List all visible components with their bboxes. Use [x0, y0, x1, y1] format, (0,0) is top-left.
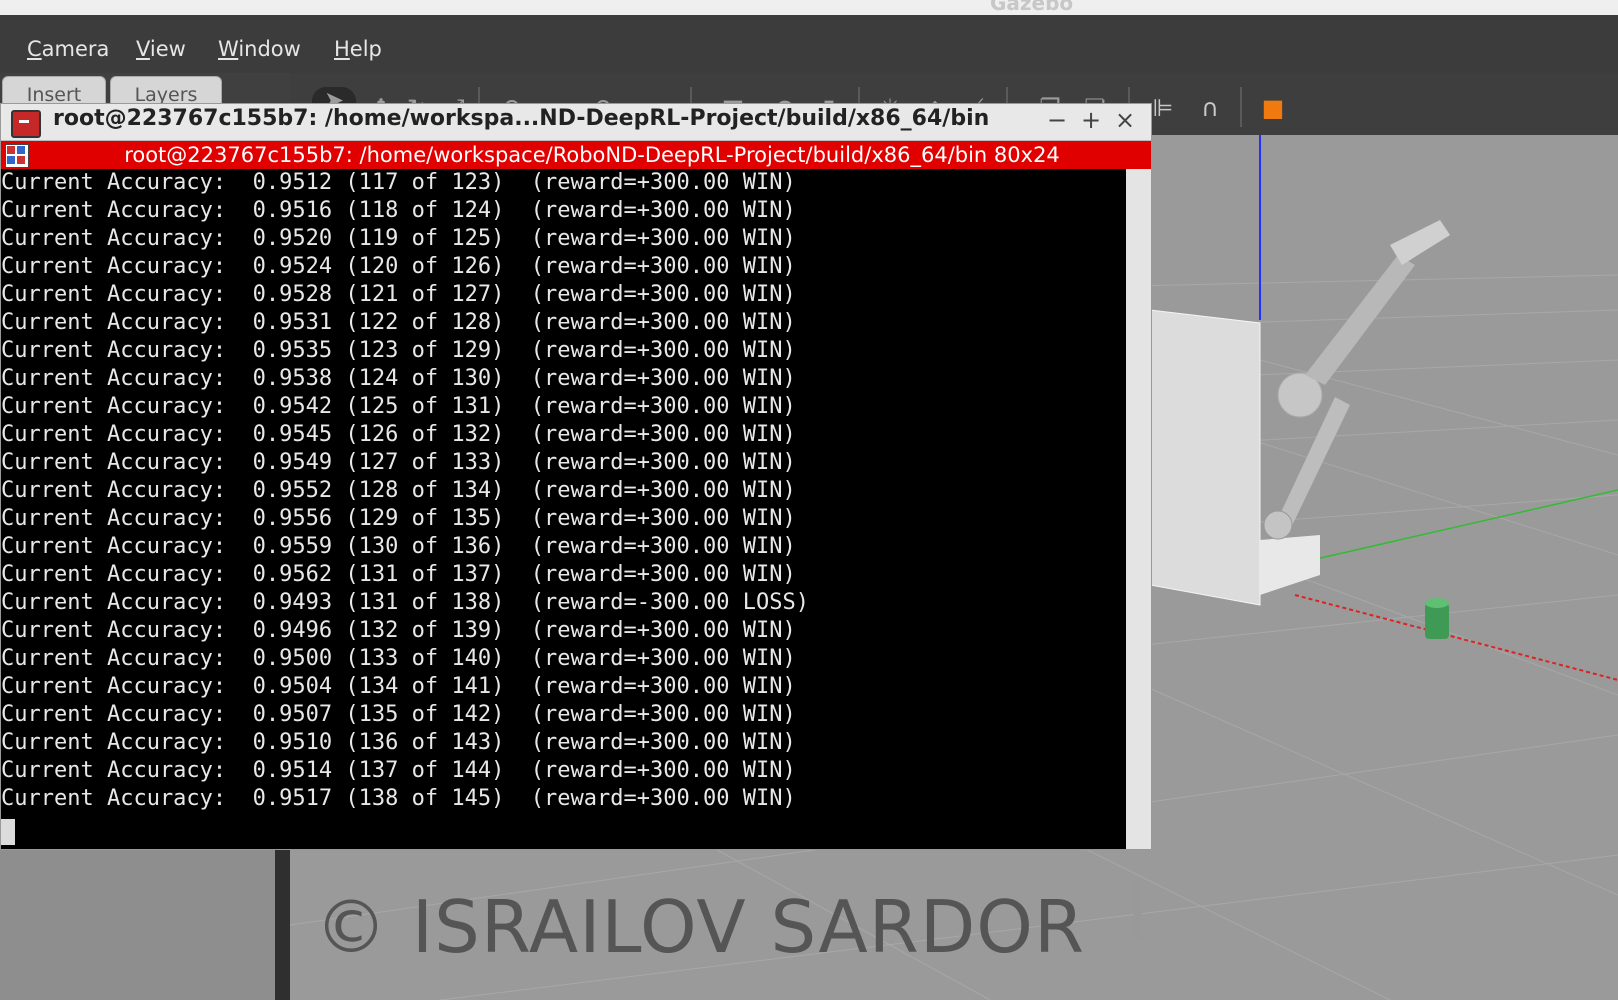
menu-help[interactable]: Help — [334, 37, 382, 61]
x-axis-line — [1294, 594, 1618, 681]
menu-camera-label: amera — [41, 37, 110, 61]
terminal-inner-title: root@223767c155b7: /home/workspace/RoboN… — [124, 143, 1060, 167]
y-axis-line — [1289, 489, 1618, 566]
align-icon[interactable]: ⊫ — [1148, 95, 1178, 121]
terminal-output[interactable]: Current Accuracy: 0.9512 (117 of 123) (r… — [1, 169, 1126, 849]
menu-help-label: elp — [349, 37, 382, 61]
terminal-line: Current Accuracy: 0.9531 (122 of 128) (r… — [1, 310, 796, 335]
terminal-line: Current Accuracy: 0.9520 (119 of 125) (r… — [1, 226, 796, 251]
terminal-icon — [11, 110, 41, 138]
terminal-inner-titlebar: root@223767c155b7: /home/workspace/RoboN… — [1, 141, 1151, 169]
robot-arm — [1263, 220, 1450, 540]
app-titlebar: Gazebo — [0, 0, 1618, 15]
terminal-line: Current Accuracy: 0.9528 (121 of 127) (r… — [1, 282, 796, 307]
terminal-line: Current Accuracy: 0.9512 (117 of 123) (r… — [1, 170, 796, 195]
terminal-window[interactable]: root@223767c155b7: /home/workspa...ND-De… — [0, 103, 1152, 939]
table-box — [1149, 309, 1261, 606]
terminal-line: Current Accuracy: 0.9517 (138 of 145) (r… — [1, 786, 796, 811]
terminal-line: Current Accuracy: 0.9535 (123 of 129) (r… — [1, 338, 796, 363]
terminal-line: Current Accuracy: 0.9504 (134 of 141) (r… — [1, 674, 796, 699]
robot-base — [1260, 535, 1320, 595]
terminal-line: Current Accuracy: 0.9549 (127 of 133) (r… — [1, 450, 796, 475]
menu-view[interactable]: View — [136, 37, 186, 61]
terminal-line: Current Accuracy: 0.9493 (131 of 138) (r… — [1, 590, 809, 615]
terminal-line: Current Accuracy: 0.9538 (124 of 130) (r… — [1, 366, 796, 391]
menu-window-label: indow — [238, 37, 301, 61]
terminal-grid-icon — [5, 144, 29, 168]
menu-camera[interactable]: Camera — [27, 37, 109, 61]
orange-box-icon[interactable]: ■ — [1258, 95, 1288, 121]
terminal-outer-titlebar[interactable]: root@223767c155b7: /home/workspa...ND-De… — [1, 104, 1151, 141]
target-cylinder-top — [1425, 598, 1449, 608]
terminal-line: Current Accuracy: 0.9524 (120 of 126) (r… — [1, 254, 796, 279]
terminal-line: Current Accuracy: 0.9516 (118 of 124) (r… — [1, 198, 796, 223]
close-icon[interactable]: × — [1115, 106, 1135, 134]
terminal-line: Current Accuracy: 0.9545 (126 of 132) (r… — [1, 422, 796, 447]
maximize-icon[interactable]: + — [1081, 106, 1101, 134]
app-title: Gazebo — [990, 0, 1074, 15]
toolbar-separator — [1240, 87, 1242, 127]
terminal-line: Current Accuracy: 0.9514 (137 of 144) (r… — [1, 758, 796, 783]
terminal-scrollbar[interactable] — [1126, 169, 1151, 849]
watermark: © ISRAILOV SARDOR — [315, 885, 1085, 969]
terminal-line: Current Accuracy: 0.9500 (133 of 140) (r… — [1, 646, 796, 671]
terminal-cursor — [1, 819, 15, 845]
panel-splitter[interactable] — [275, 845, 290, 1000]
menu-window[interactable]: Window — [218, 37, 301, 61]
terminal-line: Current Accuracy: 0.9496 (132 of 139) (r… — [1, 618, 796, 643]
menubar: Camera View Window Help — [0, 15, 1618, 73]
terminal-line: Current Accuracy: 0.9542 (125 of 131) (r… — [1, 394, 796, 419]
minimize-icon[interactable]: − — [1047, 106, 1067, 134]
terminal-line: Current Accuracy: 0.9562 (131 of 137) (r… — [1, 562, 796, 587]
terminal-line: Current Accuracy: 0.9510 (136 of 143) (r… — [1, 730, 796, 755]
terminal-outer-title: root@223767c155b7: /home/workspa...ND-De… — [53, 106, 990, 131]
terminal-line: Current Accuracy: 0.9507 (135 of 142) (r… — [1, 702, 796, 727]
left-panel-bottom — [0, 845, 275, 1000]
snap-magnet-icon[interactable]: ∩ — [1195, 95, 1225, 121]
target-cylinder — [1425, 603, 1449, 639]
terminal-line: Current Accuracy: 0.9556 (129 of 135) (r… — [1, 506, 796, 531]
terminal-line: Current Accuracy: 0.9559 (130 of 136) (r… — [1, 534, 796, 559]
terminal-line: Current Accuracy: 0.9552 (128 of 134) (r… — [1, 478, 796, 503]
menu-view-label: iew — [149, 37, 186, 61]
terminal-scroll-thumb[interactable] — [1134, 879, 1142, 939]
